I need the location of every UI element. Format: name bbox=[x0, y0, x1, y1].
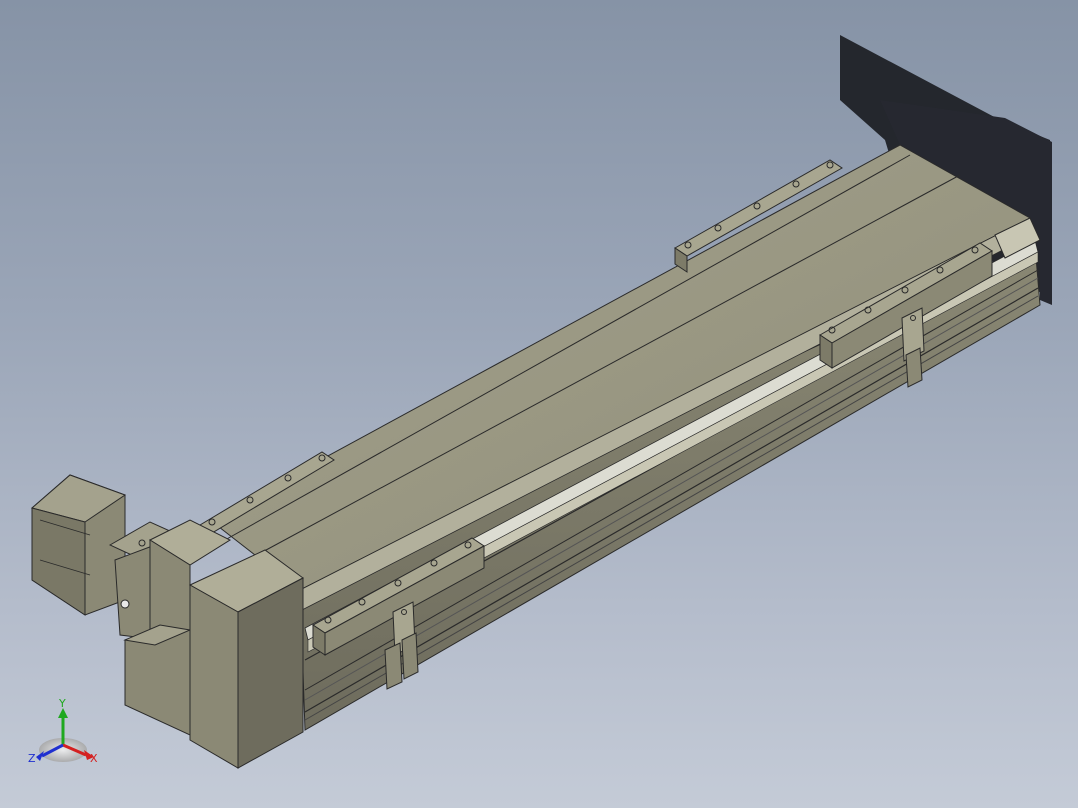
model-view[interactable]: Y X Z bbox=[0, 0, 1078, 808]
y-axis-label: Y bbox=[58, 697, 66, 710]
end-cap-near[interactable] bbox=[188, 549, 304, 769]
graphics-viewport[interactable]: Y X Z bbox=[0, 0, 1078, 808]
x-axis-label: X bbox=[90, 752, 98, 765]
z-axis-label: Z bbox=[28, 752, 36, 765]
coordinate-triad: Y X Z bbox=[28, 697, 98, 765]
